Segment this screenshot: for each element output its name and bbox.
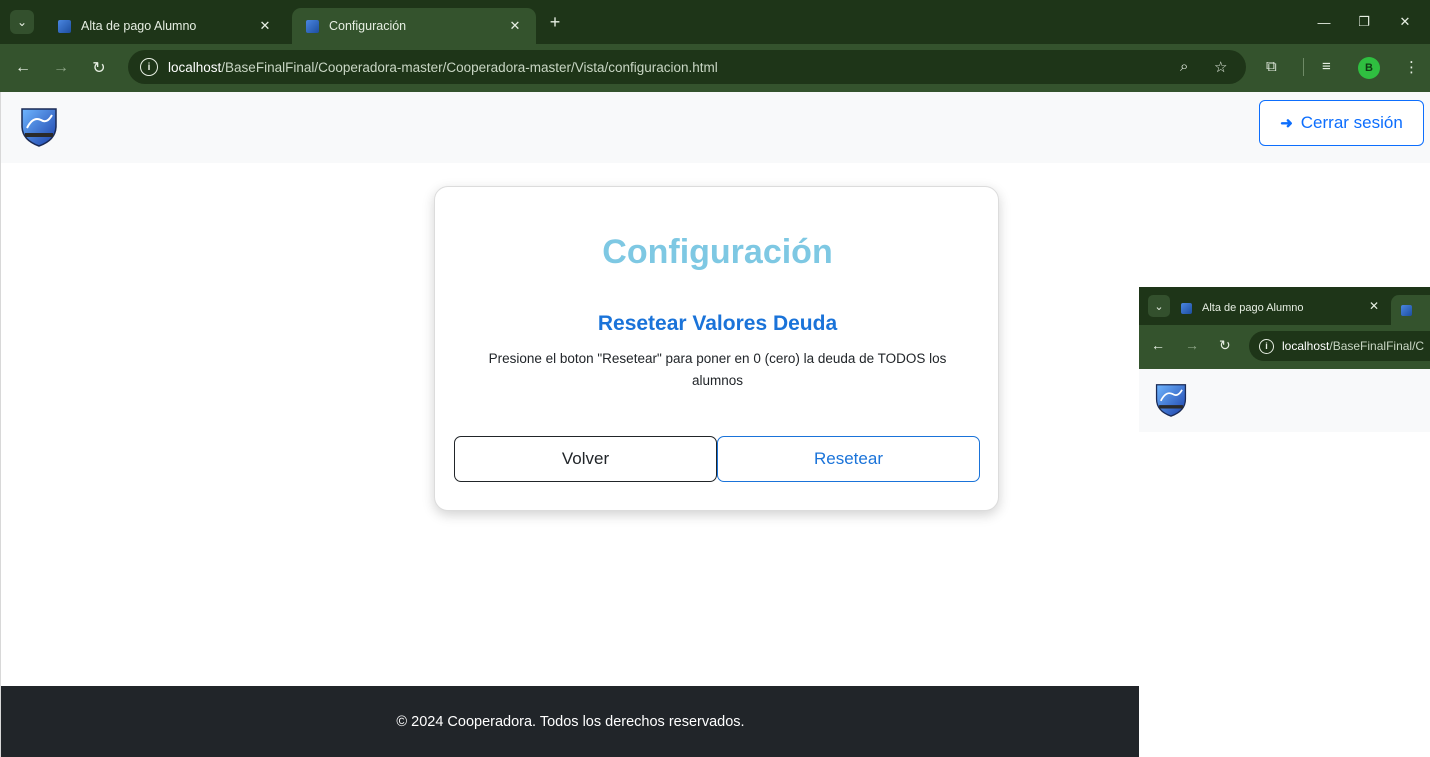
tab-configuracion[interactable]: Configuración ✕ — [292, 8, 536, 44]
chevron-down-icon: ⌄ — [1148, 295, 1170, 317]
section-title: Resetear Valores Deuda — [597, 312, 838, 335]
profile-avatar[interactable]: B — [1358, 57, 1380, 79]
config-card: Configuración Resetear Valores Deuda Pre… — [434, 186, 999, 511]
shield-logo-icon[interactable] — [19, 106, 59, 148]
thumb-address-bar: i localhost/BaseFinalFinal/C — [1249, 331, 1430, 361]
thumb-tab-strip: ⌄ Alta de pago Alumno ✕ — [1139, 287, 1430, 325]
info-icon: i — [1259, 338, 1274, 354]
favicon-icon — [306, 19, 319, 33]
site-footer: © 2024 Cooperadora. Todos los derechos r… — [1, 686, 1140, 757]
reload-icon[interactable]: ↻ — [88, 57, 110, 79]
reset-button[interactable]: Resetear — [717, 436, 980, 482]
arrow-left-icon[interactable]: ← — [12, 57, 34, 79]
back-button[interactable]: Volver — [454, 436, 717, 482]
info-icon[interactable]: i — [140, 58, 158, 76]
window-preview-thumbnail[interactable]: ⌄ Alta de pago Alumno ✕ ← → ↻ i localhos… — [1139, 287, 1430, 757]
browser-chrome: ⌄ Alta de pago Alumno ✕ Configuración ✕ … — [0, 0, 1430, 92]
thumb-url-text: localhost/BaseFinalFinal/C — [1282, 339, 1425, 353]
url-text: localhost/BaseFinalFinal/Cooperadora-mas… — [168, 59, 718, 75]
zoom-icon[interactable]: ⌕ — [1180, 58, 1188, 75]
thumb-tab-alta-de-pago: Alta de pago Alumno — [1181, 297, 1304, 319]
media-queue-icon[interactable]: ≡ — [1322, 58, 1331, 75]
thumb-tab-title: Alta de pago Alumno — [1202, 302, 1304, 314]
chevron-down-icon[interactable]: ⌄ — [10, 10, 34, 34]
arrow-right-icon: → — [1185, 337, 1199, 353]
restore-icon[interactable]: ❐ — [1349, 10, 1379, 34]
favicon-icon — [58, 19, 71, 33]
sign-out-icon: ➜ — [1280, 115, 1293, 132]
kebab-menu-icon[interactable]: ⋮ — [1404, 58, 1419, 76]
browser-toolbar: ← → ↻ i localhost/BaseFinalFinal/Coopera… — [0, 44, 1430, 92]
favicon-icon — [1181, 302, 1192, 314]
shield-logo-icon — [1155, 384, 1187, 417]
thumb-toolbar: ← → ↻ i localhost/BaseFinalFinal/C — [1139, 325, 1430, 369]
toolbar-divider — [1303, 58, 1304, 76]
puzzle-icon[interactable]: ⧉ — [1266, 58, 1277, 75]
favicon-icon — [1401, 304, 1412, 316]
arrow-left-icon: ← — [1151, 337, 1165, 353]
reset-description: Presione el boton "Resetear" para poner … — [488, 351, 947, 388]
logout-label: Cerrar sesión — [1300, 113, 1403, 132]
minimize-icon[interactable]: — — [1309, 10, 1339, 34]
close-window-icon[interactable]: ✕ — [1390, 10, 1420, 34]
tab-title: Alta de pago Alumno — [81, 19, 197, 33]
close-icon[interactable]: ✕ — [506, 18, 524, 34]
reload-icon: ↻ — [1219, 337, 1231, 353]
arrow-right-icon[interactable]: → — [50, 57, 72, 79]
close-icon[interactable]: ✕ — [256, 18, 274, 34]
plus-icon[interactable]: + — [544, 11, 566, 33]
tab-title: Configuración — [329, 19, 407, 33]
tab-alta-de-pago[interactable]: Alta de pago Alumno ✕ — [44, 8, 286, 44]
footer-text: © 2024 Cooperadora. Todos los derechos r… — [396, 713, 745, 730]
star-icon[interactable]: ☆ — [1214, 58, 1227, 76]
tab-strip: ⌄ Alta de pago Alumno ✕ Configuración ✕ … — [0, 0, 1430, 44]
thumb-tab-configuracion — [1391, 295, 1430, 325]
close-icon: ✕ — [1369, 299, 1380, 313]
address-bar[interactable]: i localhost/BaseFinalFinal/Cooperadora-m… — [128, 50, 1246, 84]
thumb-navbar — [1139, 369, 1430, 432]
page-title: Configuración — [602, 233, 833, 271]
site-navbar: ➜ Cerrar sesión — [1, 92, 1430, 163]
logout-button[interactable]: ➜ Cerrar sesión — [1259, 100, 1424, 146]
